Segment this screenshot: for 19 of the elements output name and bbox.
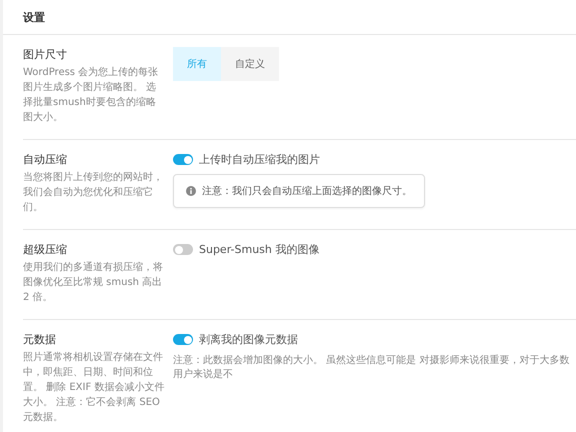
setting-description: 当您将图片上传到您的网站时，我们会自动为您优化和压缩它们。 xyxy=(23,170,164,215)
setting-title: 图片尺寸 xyxy=(23,47,68,62)
setting-description: WordPress 会为您上传的每张图片生成多个图片缩略图。 选择批量smush时要包含的缩略图大小。 xyxy=(23,66,160,125)
setting-description: 照片通常将相机设置存储在文件中，即焦距、日期、时间和位置。 删除 EXIF 数据会减小文件大小。 注意：它不会剥离 SEO 元数据。 xyxy=(23,350,165,425)
setting-description: 使用我们的多通道有损压缩，将图像优化至比常规 smush 高出 2 倍。 xyxy=(23,260,164,305)
setting-title: 超级压缩 xyxy=(23,242,68,257)
toggle-switch[interactable] xyxy=(173,154,193,165)
setting-title: 自动压缩 xyxy=(23,152,68,167)
note-text: 注意：此数据会增加图像的大小。 虽然这些信息可能是 对摄影师来说很重要，对于大多数用户来说是不 xyxy=(173,354,570,382)
panel-title: 设置 xyxy=(23,10,45,24)
toggle-label: 剥离我的图像元数据 xyxy=(199,332,298,347)
info-icon xyxy=(186,186,196,196)
toggle-label: Super-Smush 我的图像 xyxy=(199,242,320,257)
toggle-switch[interactable] xyxy=(173,244,193,255)
notice-text: 注意：我们只会自动压缩上面选择的图像尺寸。 xyxy=(202,184,412,198)
toggle-switch[interactable] xyxy=(173,334,193,345)
size-option[interactable]: 自定义 xyxy=(221,47,279,81)
setting-title: 元数据 xyxy=(23,332,57,347)
toggle-label: 上传时自动压缩我的图片 xyxy=(199,152,320,167)
